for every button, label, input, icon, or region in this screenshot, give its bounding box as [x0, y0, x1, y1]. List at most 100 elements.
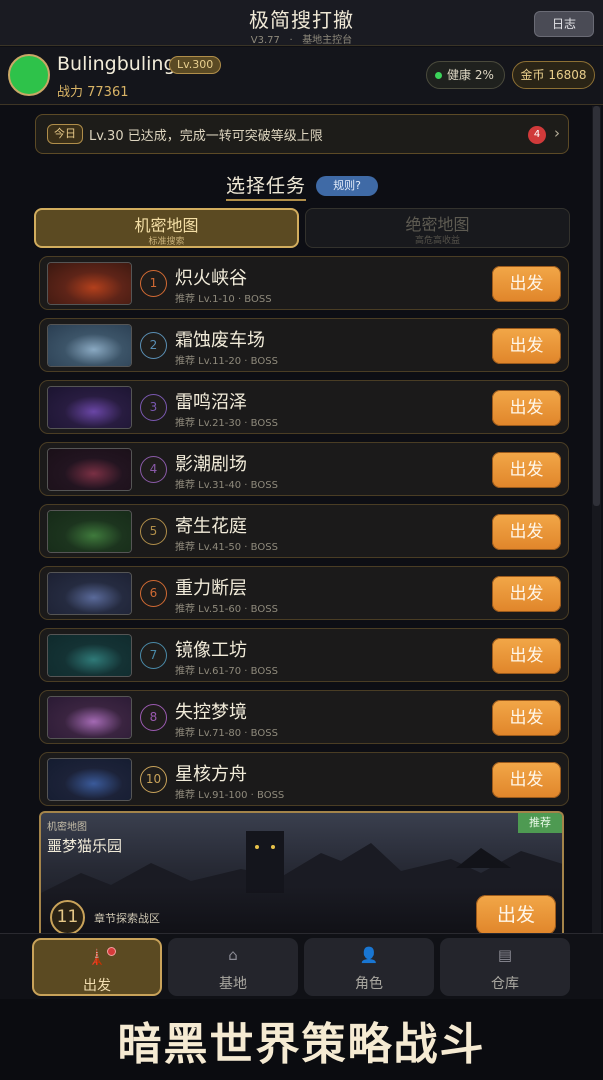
mission-recommendation: 推荐 Lv.61-70 · BOSS: [175, 666, 278, 677]
nav-character[interactable]: 👤 角色: [304, 938, 434, 996]
player-name: Bulingbuling: [57, 53, 176, 75]
home-icon: ⌂: [228, 946, 238, 964]
chest-icon: ▤: [497, 946, 513, 964]
mission-row[interactable]: 6 重力断层 推荐 Lv.51-60 · BOSS 出发: [39, 566, 569, 620]
mission-thumbnail-art: [48, 635, 131, 676]
mission-thumbnail: [47, 696, 132, 739]
daily-notice[interactable]: 今日 Lv.30 已达成，完成一转可突破等级上限 4 ›: [35, 114, 569, 154]
app-header: 极简搜打撤 V3.77 · 基地主控台 日志: [0, 0, 603, 46]
tab-subtitle: 标准搜索: [148, 237, 185, 247]
today-tag: 今日: [47, 124, 83, 144]
featured-map-card[interactable]: 机密地图 噩梦猫乐园 推荐 11 章节探索战区 出发: [39, 811, 564, 933]
avatar[interactable]: [8, 54, 50, 96]
tab-title: 绝密地图: [405, 215, 470, 234]
tab-title: 机密地图: [134, 216, 199, 235]
mission-row[interactable]: 4 影潮剧场 推荐 Lv.31-40 · BOSS 出发: [39, 442, 569, 496]
mission-thumbnail-art: [48, 511, 131, 552]
featured-go-button[interactable]: 出发: [476, 895, 556, 933]
mission-name: 重力断层: [175, 578, 247, 599]
banner-text: 暗黑世界策略战斗: [117, 1019, 486, 1070]
mission-go-button[interactable]: 出发: [492, 390, 561, 426]
mission-thumbnail-art: [48, 449, 131, 490]
mission-row[interactable]: 8 失控梦境 推荐 Lv.71-80 · BOSS 出发: [39, 690, 569, 744]
mission-go-button[interactable]: 出发: [492, 452, 561, 488]
mission-go-button[interactable]: 出发: [492, 638, 561, 674]
mission-row[interactable]: 1 炽火峡谷 推荐 Lv.1-10 · BOSS 出发: [39, 256, 569, 310]
mission-recommendation: 推荐 Lv.71-80 · BOSS: [175, 728, 278, 739]
mission-thumbnail: [47, 448, 132, 491]
mission-number: 6: [140, 580, 167, 607]
health-pill: 健康 2%: [426, 61, 505, 89]
mission-thumbnail-art: [48, 387, 131, 428]
recommended-badge: 推荐: [518, 813, 562, 833]
mission-thumbnail: [47, 324, 132, 367]
mission-thumbnail: [47, 510, 132, 553]
mission-name: 寄生花庭: [175, 516, 247, 537]
mission-number: 8: [140, 704, 167, 731]
mission-number: 7: [140, 642, 167, 669]
health-label: 健康 2%: [447, 68, 494, 82]
notification-dot: [107, 947, 116, 956]
mission-recommendation: 推荐 Lv.41-50 · BOSS: [175, 542, 278, 553]
mission-go-button[interactable]: 出发: [492, 514, 561, 550]
player-level-badge: Lv.300: [169, 56, 222, 74]
mission-recommendation: 推荐 Lv.21-30 · BOSS: [175, 418, 278, 429]
mission-name: 星核方舟: [175, 764, 247, 785]
player-bar: Bulingbuling Lv.300 战力 77361 健康 2% 金币 16…: [0, 47, 603, 105]
mission-row[interactable]: 10 星核方舟 推荐 Lv.91-100 · BOSS 出发: [39, 752, 569, 806]
mission-go-button[interactable]: 出发: [492, 266, 561, 302]
nav-label: 角色: [355, 976, 383, 992]
mission-thumbnail: [47, 758, 132, 801]
mission-number: 10: [140, 766, 167, 793]
mission-row[interactable]: 2 霜蚀废车场 推荐 Lv.11-20 · BOSS 出发: [39, 318, 569, 372]
mission-recommendation: 推荐 Lv.51-60 · BOSS: [175, 604, 278, 615]
mission-name: 霜蚀废车场: [175, 330, 265, 351]
nav-label: 出发: [83, 978, 111, 994]
separator-dot: ·: [289, 35, 293, 46]
mission-thumbnail: [47, 262, 132, 305]
mission-go-button[interactable]: 出发: [492, 762, 561, 798]
featured-map-desc: 章节探索战区: [94, 912, 160, 925]
log-button[interactable]: 日志: [534, 11, 594, 37]
mission-thumbnail-art: [48, 325, 131, 366]
scrollbar[interactable]: [592, 106, 601, 933]
notice-text: Lv.30 已达成，完成一转可突破等级上限: [89, 129, 323, 144]
nav-depart[interactable]: 🗼 出发: [32, 938, 162, 996]
scrollbar-thumb[interactable]: [593, 106, 600, 506]
section-title: 选择任务: [226, 171, 307, 201]
mission-thumbnail: [47, 634, 132, 677]
mission-name: 炽火峡谷: [175, 268, 247, 289]
nav-warehouse[interactable]: ▤ 仓库: [440, 938, 570, 996]
mission-row[interactable]: 3 雷鸣沼泽 推荐 Lv.21-30 · BOSS 出发: [39, 380, 569, 434]
mission-name: 镜像工坊: [175, 640, 247, 661]
mission-thumbnail-art: [48, 573, 131, 614]
mission-recommendation: 推荐 Lv.11-20 · BOSS: [175, 356, 278, 367]
mission-thumbnail-art: [48, 263, 131, 304]
tab-subtitle: 高危高收益: [414, 236, 460, 246]
mission-row[interactable]: 5 寄生花庭 推荐 Lv.41-50 · BOSS 出发: [39, 504, 569, 558]
chevron-right-icon: ›: [554, 124, 560, 142]
bottom-nav: 🗼 出发 ⌂ 基地 👤 角色 ▤ 仓库: [0, 933, 603, 999]
mission-thumbnail: [47, 572, 132, 615]
mission-name: 雷鸣沼泽: [175, 392, 247, 413]
version-label: V3.77: [250, 35, 280, 46]
mission-recommendation: 推荐 Lv.31-40 · BOSS: [175, 480, 278, 491]
app-title: 极简搜打撤: [249, 8, 354, 32]
featured-map-type: 机密地图: [47, 822, 87, 833]
nav-base[interactable]: ⌂ 基地: [168, 938, 298, 996]
featured-map-eye: [255, 845, 259, 849]
app-subtitle: V3.77 · 基地主控台: [0, 31, 603, 46]
mission-go-button[interactable]: 出发: [492, 328, 561, 364]
mission-row[interactable]: 7 镜像工坊 推荐 Lv.61-70 · BOSS 出发: [39, 628, 569, 682]
featured-map-roof: [456, 848, 511, 868]
featured-map-name: 噩梦猫乐园: [47, 837, 123, 855]
mission-name: 失控梦境: [175, 702, 247, 723]
tower-icon: 🗼: [87, 948, 107, 966]
promo-banner: 暗黑世界策略战斗: [0, 999, 603, 1080]
tab-confidential-map[interactable]: 机密地图 标准搜索: [34, 208, 299, 248]
mission-go-button[interactable]: 出发: [492, 576, 561, 612]
mission-thumbnail-art: [48, 697, 131, 738]
tab-top-secret-map[interactable]: 绝密地图 高危高收益: [305, 208, 570, 248]
rules-button[interactable]: 规则?: [316, 176, 378, 196]
mission-go-button[interactable]: 出发: [492, 700, 561, 736]
